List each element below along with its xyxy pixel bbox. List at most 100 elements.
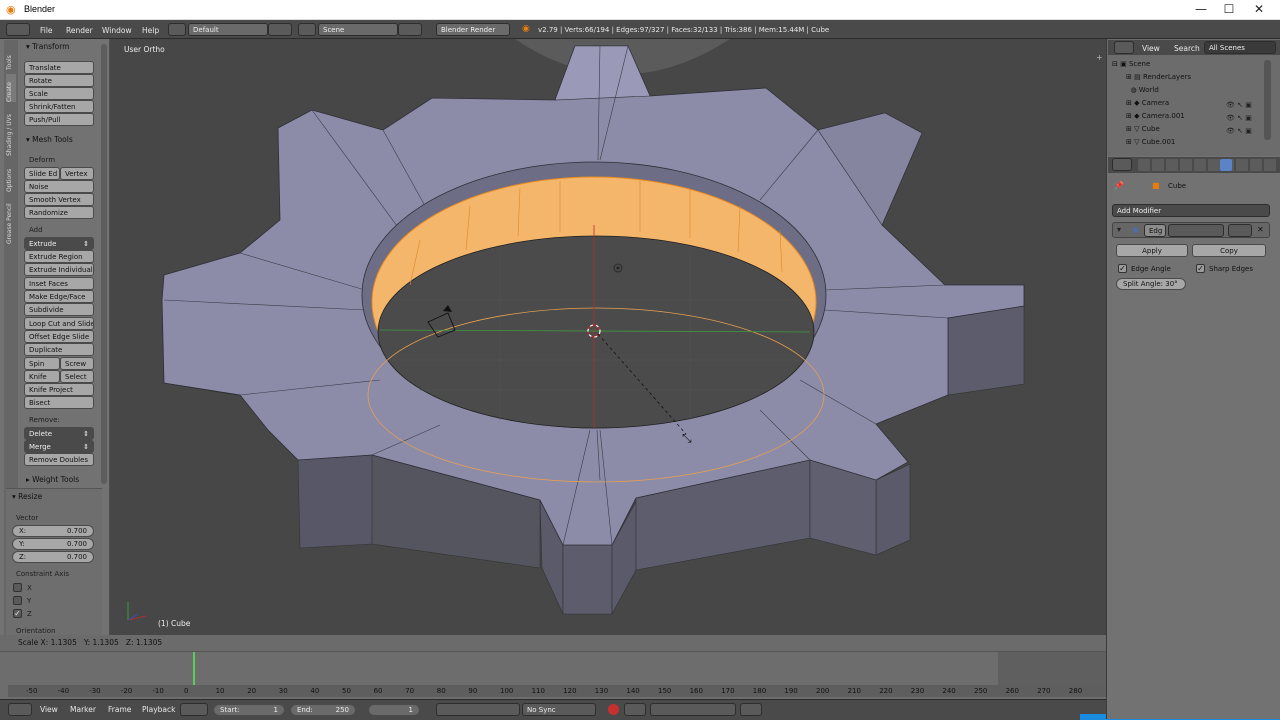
edge-angle-checkbox[interactable]: ✓ bbox=[1118, 264, 1127, 273]
outliner-item-cube[interactable]: ⊞ ▽ Cube bbox=[1126, 125, 1160, 133]
pin-icon[interactable]: 📌 bbox=[1114, 181, 1124, 190]
copy-button[interactable]: Copy bbox=[1192, 244, 1266, 257]
menu-help[interactable]: Help bbox=[142, 26, 159, 35]
sync-mode-select[interactable]: No Sync bbox=[522, 703, 596, 716]
editor-type-timeline-icon[interactable] bbox=[8, 703, 32, 716]
menu-window[interactable]: Window bbox=[102, 26, 132, 35]
extrude-individual-button[interactable]: Extrude Individual bbox=[24, 263, 94, 276]
extrude-menu[interactable]: Extrude ⇕ bbox=[24, 237, 94, 250]
rotate-button[interactable]: Rotate bbox=[24, 74, 94, 87]
current-frame-indicator[interactable] bbox=[193, 652, 195, 688]
mesh-tools-panel-header[interactable]: ▾ Mesh Tools bbox=[26, 135, 73, 144]
property-context-tabs[interactable] bbox=[1138, 159, 1278, 171]
expand-modifier-icon[interactable]: ▾ bbox=[1117, 225, 1121, 234]
outliner-item-camera[interactable]: ⊞ ◆ Camera bbox=[1126, 99, 1169, 107]
outliner-item-world[interactable]: ◍ World bbox=[1126, 86, 1158, 94]
scene-add-remove-icon[interactable] bbox=[398, 23, 422, 36]
make-edge-face-button[interactable]: Make Edge/Face bbox=[24, 290, 94, 303]
modifier-name-field[interactable]: Edg bbox=[1144, 224, 1166, 237]
keying-set-field[interactable] bbox=[650, 703, 736, 716]
remove-doubles-button[interactable]: Remove Doubles bbox=[24, 453, 94, 466]
constraint-y-checkbox[interactable] bbox=[13, 596, 22, 605]
slide-vertex-button[interactable]: Vertex bbox=[60, 167, 94, 180]
merge-menu[interactable]: Merge ⇕ bbox=[24, 440, 94, 453]
end-frame-field[interactable]: End: 250 bbox=[290, 704, 356, 716]
knife-project-button[interactable]: Knife Project bbox=[24, 383, 94, 396]
render-engine-select[interactable]: Blender Render bbox=[436, 23, 510, 36]
timeline-menu-playback[interactable]: Playback bbox=[142, 705, 175, 714]
constraint-x-checkbox[interactable] bbox=[13, 583, 22, 592]
extrude-region-button[interactable]: Extrude Region bbox=[24, 250, 94, 263]
viewport-plus-icon[interactable]: + bbox=[1096, 53, 1103, 62]
maximize-button[interactable]: ☐ bbox=[1214, 2, 1244, 18]
vector-y-field[interactable]: Y: 0.700 bbox=[12, 538, 94, 550]
modifier-move-arrows[interactable] bbox=[1228, 224, 1252, 237]
push-pull-button[interactable]: Push/Pull bbox=[24, 113, 94, 126]
resize-panel-header[interactable]: ▾ Resize bbox=[12, 492, 42, 501]
screen-layout-field[interactable]: Default bbox=[188, 23, 268, 36]
timeline-menu-frame[interactable]: Frame bbox=[108, 705, 131, 714]
duplicate-button[interactable]: Duplicate bbox=[24, 343, 94, 356]
delete-menu[interactable]: Delete ⇕ bbox=[24, 427, 94, 440]
editor-type-properties-icon[interactable] bbox=[1112, 158, 1132, 171]
preview-range-toggle-icon[interactable] bbox=[180, 703, 208, 716]
tool-shelf-scrollbar[interactable] bbox=[101, 44, 107, 484]
scene-icon[interactable] bbox=[298, 23, 316, 36]
screw-button[interactable]: Screw bbox=[60, 357, 94, 370]
keyframe-insert-icon[interactable] bbox=[740, 703, 762, 716]
loop-cut-slide-button[interactable]: Loop Cut and Slide bbox=[24, 317, 94, 330]
apply-button[interactable]: Apply bbox=[1116, 244, 1188, 257]
viewport-3d[interactable]: ⤡ User Ortho (1) Cube + bbox=[110, 39, 1106, 635]
editor-type-outliner-icon[interactable] bbox=[1114, 41, 1134, 54]
add-modifier-select[interactable]: Add Modifier bbox=[1112, 204, 1270, 217]
editor-type-info-icon[interactable] bbox=[6, 23, 30, 36]
outliner-scrollbar[interactable] bbox=[1264, 60, 1271, 140]
outliner-menu-search[interactable]: Search bbox=[1174, 44, 1200, 53]
constraint-z-checkbox[interactable]: ✓ bbox=[13, 609, 22, 618]
subdivide-button[interactable]: Subdivide bbox=[24, 303, 94, 316]
spin-button[interactable]: Spin bbox=[24, 357, 60, 370]
timeline-menu-marker[interactable]: Marker bbox=[70, 705, 96, 714]
current-frame-field[interactable]: 1 bbox=[368, 704, 420, 716]
scale-button[interactable]: Scale bbox=[24, 87, 94, 100]
timeline-ruler[interactable] bbox=[8, 685, 1106, 697]
outliner-item-renderlayers[interactable]: ⊞ ▤ RenderLayers bbox=[1126, 73, 1191, 81]
inset-faces-button[interactable]: Inset Faces bbox=[24, 277, 94, 290]
outliner-item-scene[interactable]: ⊟ ▣ Scene bbox=[1112, 60, 1150, 68]
knife-select-button[interactable]: Select bbox=[60, 370, 94, 383]
tab-tools[interactable]: Tools bbox=[6, 42, 16, 70]
shrink-fatten-button[interactable]: Shrink/Fatten bbox=[24, 100, 94, 113]
randomize-button[interactable]: Randomize bbox=[24, 206, 94, 219]
scene-field[interactable]: Scene bbox=[318, 23, 398, 36]
screen-layout-icon[interactable] bbox=[168, 23, 186, 36]
bisect-button[interactable]: Bisect bbox=[24, 396, 94, 409]
weight-tools-panel-header[interactable]: ▸ Weight Tools bbox=[26, 475, 79, 484]
close-button[interactable]: ✕ bbox=[1244, 2, 1274, 18]
timeline-menu-view[interactable]: View bbox=[40, 705, 58, 714]
modifier-tab-wrench-icon[interactable] bbox=[1220, 159, 1232, 171]
playback-controls[interactable] bbox=[436, 703, 520, 716]
minimize-button[interactable]: — bbox=[1186, 2, 1216, 18]
remove-modifier-icon[interactable]: ✕ bbox=[1257, 225, 1264, 234]
vector-x-field[interactable]: X: 0.700 bbox=[12, 525, 94, 537]
menu-file[interactable]: File bbox=[40, 26, 53, 35]
record-button-icon[interactable] bbox=[608, 704, 619, 715]
tab-shading-uvs[interactable]: Shading / UVs bbox=[6, 106, 16, 156]
layout-add-remove-icon[interactable] bbox=[268, 23, 292, 36]
visibility-toggles[interactable]: 👁 ↖ ▣ 👁 ↖ ▣ 👁 ↖ ▣ bbox=[1226, 99, 1252, 138]
offset-edge-slide-button[interactable]: Offset Edge Slide bbox=[24, 330, 94, 343]
noise-button[interactable]: Noise bbox=[24, 180, 94, 193]
slide-edge-button[interactable]: Slide Ed bbox=[24, 167, 60, 180]
menu-render[interactable]: Render bbox=[66, 26, 93, 35]
translate-button[interactable]: Translate bbox=[24, 61, 94, 74]
start-frame-field[interactable]: Start: 1 bbox=[213, 704, 285, 716]
transform-panel-header[interactable]: ▾ Transform bbox=[26, 42, 69, 51]
knife-button[interactable]: Knife bbox=[24, 370, 60, 383]
smooth-vertex-button[interactable]: Smooth Vertex bbox=[24, 193, 94, 206]
sharp-edges-checkbox[interactable]: ✓ bbox=[1196, 264, 1205, 273]
vector-z-field[interactable]: Z: 0.700 bbox=[12, 551, 94, 563]
tab-grease-pencil[interactable]: Grease Pencil bbox=[6, 196, 16, 244]
outliner-menu-view[interactable]: View bbox=[1142, 44, 1160, 53]
modifier-display-toggles[interactable] bbox=[1168, 224, 1224, 237]
keying-set-icon[interactable] bbox=[624, 703, 646, 716]
